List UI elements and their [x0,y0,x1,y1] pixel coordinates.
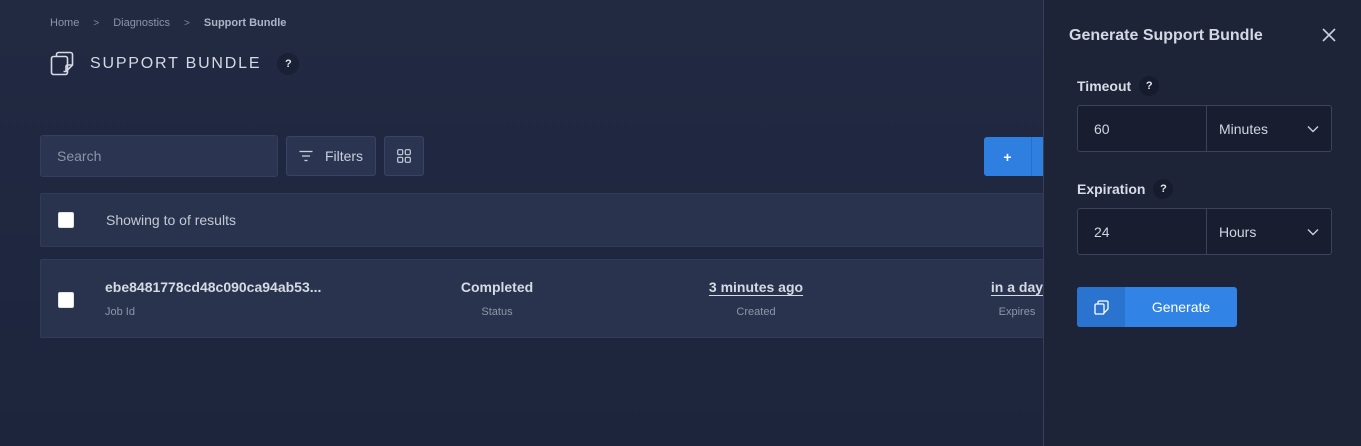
table-row: ebe8481778cd48c090ca94ab53... Job Id Com… [40,259,1043,338]
created-value[interactable]: 3 minutes ago [708,279,804,296]
chevron-down-icon [1307,125,1319,132]
filters-label: Filters [324,148,364,164]
search-input[interactable] [40,135,278,177]
timeout-label: Timeout ? [1077,76,1160,96]
page-title: SUPPORT BUNDLE [90,55,262,72]
filters-button[interactable]: Filters [286,136,376,176]
expiration-unit-value: Hours [1219,223,1257,240]
expiration-label-text: Expiration [1077,181,1146,197]
timeout-input[interactable] [1077,105,1207,152]
breadcrumb: Home > Diagnostics > Support Bundle [50,16,286,30]
select-all-checkbox[interactable] [58,212,74,228]
breadcrumb-separator: > [184,17,190,29]
expiration-unit-select[interactable]: Hours [1207,208,1332,255]
status-label: Status [481,306,513,318]
expiration-label: Expiration ? [1077,179,1174,199]
expires-cell: in a day Expires [990,279,1043,319]
page-header: SUPPORT BUNDLE ? [50,50,300,78]
timeout-field: Minutes [1077,105,1332,152]
close-icon [1322,28,1336,42]
status-cell: Completed Status [459,279,535,319]
add-bundle-button[interactable]: + [984,137,1043,176]
results-count: Showing to of results [106,212,236,228]
row-checkbox[interactable] [58,292,74,308]
toolbar: Filters [40,135,424,177]
grid-view-button[interactable] [384,136,424,176]
expiration-help-icon[interactable]: ? [1153,179,1174,199]
breadcrumb-diagnostics[interactable]: Diagnostics [113,17,170,29]
breadcrumb-separator: > [93,17,100,29]
expires-value[interactable]: in a day [990,279,1043,296]
main-content: Home > Diagnostics > Support Bundle SUPP… [0,0,1043,446]
created-label: Created [736,306,776,318]
chevron-down-icon [1307,228,1319,235]
support-bundle-icon [50,51,74,76]
timeout-unit-value: Minutes [1219,120,1269,137]
timeout-label-text: Timeout [1077,78,1132,94]
generate-label: Generate [1151,299,1211,315]
timeout-unit-select[interactable]: Minutes [1207,105,1332,152]
bundle-icon [1093,299,1109,315]
job-id-value[interactable]: ebe8481778cd48c090ca94ab53... [105,279,321,296]
status-value: Completed [460,279,534,295]
plus-icon: + [984,137,1032,176]
close-button[interactable] [1320,26,1338,44]
panel-title: Generate Support Bundle [1069,27,1263,44]
expiration-input[interactable] [1077,208,1207,255]
generate-support-bundle-panel: Generate Support Bundle Timeout ? Minute… [1043,0,1361,446]
job-id-cell: ebe8481778cd48c090ca94ab53... Job Id [105,279,321,319]
generate-button[interactable]: Generate [1077,287,1237,327]
page-help-icon[interactable]: ? [277,53,300,75]
expiration-field: Hours [1077,208,1332,255]
filter-lines-icon [299,150,313,162]
table-header: Showing to of results [40,193,1043,247]
created-cell: 3 minutes ago Created [708,279,804,319]
expires-label: Expires [998,306,1036,318]
timeout-help-icon[interactable]: ? [1139,76,1160,96]
breadcrumb-current: Support Bundle [203,17,287,29]
generate-icon-container [1077,287,1125,327]
job-id-label: Job Id [105,306,135,318]
breadcrumb-home[interactable]: Home [50,17,79,29]
grid-icon [397,149,411,163]
